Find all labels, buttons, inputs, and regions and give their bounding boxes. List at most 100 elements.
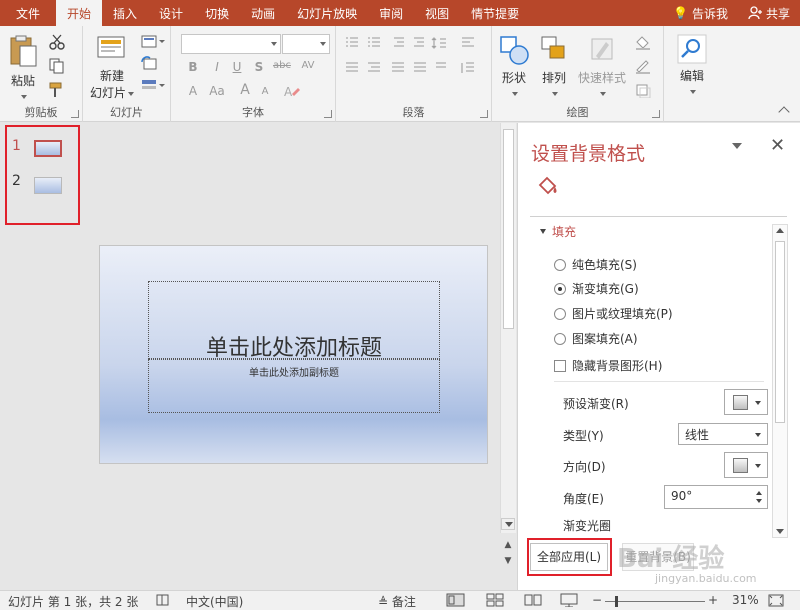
paragraph-tools-icon[interactable] [344, 36, 484, 100]
zoom-out-button[interactable]: − [592, 593, 602, 607]
angle-value: 90° [671, 489, 693, 503]
user-icon [748, 6, 762, 20]
angle-spinbox[interactable]: 90° [664, 485, 768, 509]
slide-canvas[interactable]: 单击此处添加标题 单击此处添加副标题 [99, 245, 488, 464]
bold-button[interactable]: B [185, 60, 201, 74]
tab-transitions[interactable]: 切换 [194, 0, 240, 26]
new-slide-button[interactable]: 新建 幻灯片 [89, 34, 135, 101]
tab-storyboard[interactable]: 情节提要 [460, 0, 530, 26]
pane-scroll-up-icon[interactable] [776, 228, 784, 233]
angle-up-icon[interactable] [756, 491, 762, 495]
zoom-slider-knob[interactable] [615, 596, 618, 607]
paste-button[interactable]: 粘贴 [6, 34, 40, 103]
radio-picture-fill-circle [554, 307, 566, 320]
fill-section-header[interactable]: 填充 [540, 223, 576, 240]
direction-button[interactable] [724, 452, 768, 478]
normal-view-icon[interactable] [446, 593, 466, 607]
group-clipboard: 粘贴 剪贴板 [0, 26, 83, 122]
font-launcher-icon[interactable] [324, 110, 332, 118]
tab-file[interactable]: 文件 [0, 0, 56, 26]
editor-scroll-thumb[interactable] [503, 129, 514, 329]
subtitle-placeholder[interactable]: 单击此处添加副标题 [148, 359, 440, 413]
cut-icon[interactable] [48, 34, 66, 50]
slides-group-label: 幻灯片 [110, 106, 143, 119]
angle-down-icon[interactable] [756, 499, 762, 503]
editor-scroll-down-icon[interactable] [501, 518, 515, 530]
close-icon[interactable]: ✕ [770, 135, 785, 156]
radio-pattern-fill[interactable]: 图案填充(A) [554, 330, 638, 347]
fit-to-window-icon[interactable] [768, 594, 784, 607]
editor-vertical-scrollbar[interactable] [500, 123, 516, 533]
paragraph-launcher-icon[interactable] [480, 110, 488, 118]
char-spacing-button[interactable]: AV [297, 60, 319, 71]
shape-fill-icon[interactable] [634, 34, 652, 50]
reset-slide-icon[interactable] [141, 56, 159, 72]
format-painter-icon[interactable] [48, 82, 66, 98]
radio-pattern-fill-circle [554, 332, 566, 345]
zoom-slider-track[interactable] [605, 601, 705, 602]
preset-gradient-button[interactable] [724, 389, 768, 415]
editing-button[interactable]: 编辑 [674, 34, 710, 98]
tab-animations[interactable]: 动画 [240, 0, 286, 26]
zoom-level[interactable]: 31% [732, 593, 759, 607]
prev-slide-icon[interactable]: ▲ [501, 540, 515, 552]
next-slide-icon[interactable]: ▼ [501, 556, 515, 568]
shape-effects-icon[interactable] [634, 82, 652, 98]
share-label: 共享 [765, 6, 790, 21]
section-icon[interactable] [141, 78, 165, 94]
gradient-type-select[interactable]: 线性 [678, 423, 768, 445]
hide-bg-graphics-checkbox[interactable]: 隐藏背景图形(H) [554, 357, 662, 374]
apply-button-highlight-box [527, 538, 612, 576]
tell-me-box[interactable]: 💡 告诉我 [663, 0, 738, 26]
copy-icon[interactable] [48, 58, 66, 74]
tabbar-spacer [530, 0, 663, 26]
watermark-url: jingyan.baidu.com [655, 572, 757, 585]
pane-scroll-down-icon[interactable] [776, 529, 784, 534]
clear-format-icon[interactable]: A [283, 84, 301, 100]
spellcheck-icon[interactable] [156, 594, 170, 607]
paste-icon [10, 35, 37, 67]
shape-outline-icon[interactable] [634, 58, 652, 74]
strikethrough-button[interactable]: abc [271, 60, 293, 71]
underline-button[interactable]: U [229, 60, 245, 74]
pane-scroll-thumb[interactable] [775, 241, 785, 423]
font-name-combo[interactable] [181, 34, 281, 54]
radio-solid-fill[interactable]: 纯色填充(S) [554, 256, 637, 273]
slide-sorter-icon[interactable] [486, 593, 504, 607]
shapes-button[interactable]: 形状 [498, 34, 530, 100]
fill-bucket-icon[interactable] [536, 175, 558, 197]
clipboard-launcher-icon[interactable] [71, 110, 79, 118]
tab-slideshow[interactable]: 幻灯片放映 [286, 0, 368, 26]
pane-vertical-scrollbar[interactable] [772, 224, 788, 538]
tab-insert[interactable]: 插入 [102, 0, 148, 26]
radio-gradient-fill[interactable]: 渐变填充(G) [554, 280, 639, 297]
font-size-combo[interactable] [282, 34, 330, 54]
pane-options-dropdown-icon[interactable] [732, 143, 742, 149]
share-button[interactable]: 共享 [738, 0, 800, 26]
grow-font-button[interactable]: A [237, 82, 253, 98]
tab-view[interactable]: 视图 [414, 0, 460, 26]
italic-button[interactable]: I [209, 60, 225, 74]
zoom-in-button[interactable]: + [708, 593, 718, 607]
group-drawing: 形状 排列 快速样式 绘图 [492, 26, 664, 122]
language-status[interactable]: 中文(中国) [186, 593, 243, 610]
shrink-font-button[interactable]: A [257, 86, 273, 97]
collapse-ribbon-icon[interactable] [778, 106, 790, 118]
notes-button[interactable]: ≜ 备注 [378, 593, 416, 610]
tab-review[interactable]: 审阅 [368, 0, 414, 26]
drawing-launcher-icon[interactable] [652, 110, 660, 118]
group-font: B I U S abc AV A Aa A A A 字体 [171, 26, 336, 122]
slideshow-view-icon[interactable] [560, 593, 578, 607]
tab-design[interactable]: 设计 [148, 0, 194, 26]
type-label: 类型(Y) [563, 429, 604, 443]
tab-home[interactable]: 开始 [56, 0, 103, 26]
layout-icon[interactable] [141, 34, 165, 50]
font-color-button[interactable]: A [185, 84, 201, 98]
change-case-button[interactable]: Aa [207, 84, 227, 98]
arrange-button[interactable]: 排列 [538, 34, 570, 100]
quick-styles-button[interactable]: 快速样式 [576, 34, 628, 100]
title-placeholder[interactable]: 单击此处添加标题 [148, 281, 440, 361]
reading-view-icon[interactable] [524, 593, 542, 607]
shadow-button[interactable]: S [251, 60, 267, 74]
radio-picture-fill[interactable]: 图片或纹理填充(P) [554, 305, 673, 322]
